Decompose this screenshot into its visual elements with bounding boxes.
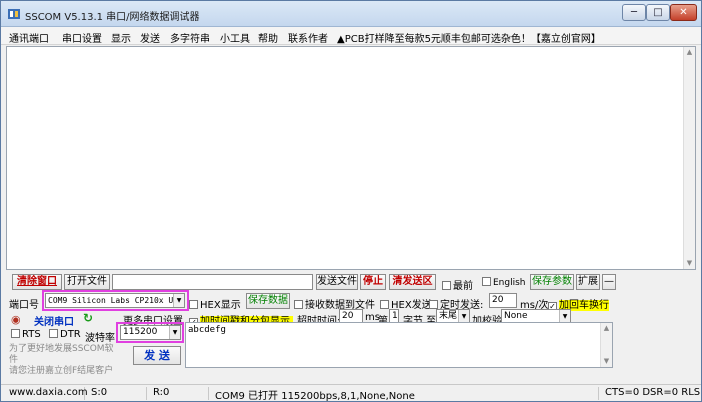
record-icon: ◉	[11, 313, 21, 326]
send-textarea[interactable]: abcdefg ▲ ▼	[185, 322, 613, 368]
menu-display[interactable]: 显示	[111, 30, 131, 45]
send-file-button[interactable]: 发送文件	[316, 274, 358, 290]
menu-bar: 通讯端口 串口设置 显示 发送 多字符串 小工具 帮助 联系作者 ▲PCB打样降…	[1, 27, 701, 45]
menu-port-settings[interactable]: 串口设置	[62, 30, 102, 45]
title-bar[interactable]: SSCOM V5.13.1 串口/网络数据调试器 ─ □ ✕	[1, 1, 701, 27]
app-icon	[8, 9, 20, 19]
menu-multi-string[interactable]: 多字符串	[170, 30, 210, 45]
checkbox-icon	[294, 300, 303, 309]
english-checkbox[interactable]: English	[482, 277, 526, 288]
checkbox-icon	[11, 329, 20, 338]
menu-comm-port[interactable]: 通讯端口	[9, 30, 49, 45]
hex-send-checkbox[interactable]: HEX发送	[380, 296, 432, 311]
refresh-icon[interactable]: ↻	[83, 311, 93, 325]
dtr-checkbox[interactable]: DTR	[49, 329, 81, 340]
status-port-state: COM9 已打开 115200bps,8,1,None,None	[213, 387, 599, 401]
send-button[interactable]: 发 送	[133, 346, 181, 365]
clear-send-button[interactable]: 清发送区	[389, 274, 436, 290]
checkbox-icon	[442, 281, 451, 290]
main-window: SSCOM V5.13.1 串口/网络数据调试器 ─ □ ✕ 通讯端口 串口设置…	[0, 0, 702, 402]
menu-promo[interactable]: ▲PCB打样降至每款5元顺丰包邮可选杂色！【嘉立创官网】	[337, 30, 601, 45]
open-file-button[interactable]: 打开文件	[64, 274, 110, 290]
collapse-button[interactable]: —	[602, 274, 616, 290]
receive-area[interactable]: ▲ ▼	[6, 46, 696, 270]
checkbox-icon	[482, 277, 491, 286]
close-port-button[interactable]: 关闭串口	[34, 313, 74, 328]
receive-scrollbar[interactable]: ▲ ▼	[683, 47, 695, 269]
save-params-button[interactable]: 保存参数	[530, 274, 574, 290]
checkbox-icon	[189, 300, 198, 309]
rts-checkbox[interactable]: RTS	[11, 329, 41, 340]
timed-interval-input[interactable]: 20	[489, 293, 517, 308]
hex-display-checkbox[interactable]: HEX显示	[189, 296, 241, 311]
status-lines: CTS=0 DSR=0 RLS	[605, 387, 701, 398]
menu-send[interactable]: 发送	[140, 30, 160, 45]
status-bar: www.daxia.com S:0 R:0 COM9 已打开 115200bps…	[1, 384, 701, 401]
menu-contact[interactable]: 联系作者	[288, 30, 328, 45]
scroll-up-icon[interactable]: ▲	[602, 324, 611, 333]
scroll-down-icon[interactable]: ▼	[602, 357, 611, 366]
scroll-up-icon[interactable]: ▲	[685, 48, 694, 57]
minimize-button[interactable]: ─	[622, 4, 646, 21]
send-scrollbar[interactable]: ▲ ▼	[600, 323, 612, 367]
close-button[interactable]: ✕	[670, 4, 697, 21]
maximize-button[interactable]: □	[646, 4, 670, 21]
status-sent: S:0	[89, 387, 147, 400]
highlight-port-box	[42, 290, 189, 311]
checkbox-icon	[49, 329, 58, 338]
file-path-input[interactable]	[112, 274, 313, 290]
baud-label: 波特率	[85, 333, 115, 344]
highlight-baud-box	[116, 322, 184, 343]
scroll-down-icon[interactable]: ▼	[685, 259, 694, 268]
checkbox-icon	[380, 300, 389, 309]
status-website[interactable]: www.daxia.com	[7, 387, 88, 400]
checkbox-icon	[429, 300, 438, 309]
clear-window-button[interactable]: 清除窗口	[12, 274, 62, 290]
stop-button[interactable]: 停止	[360, 274, 386, 290]
port-label: 端口号	[9, 300, 39, 311]
topmost-checkbox[interactable]: 最前	[442, 277, 473, 292]
save-data-button[interactable]: 保存数据	[246, 293, 290, 309]
menu-tools[interactable]: 小工具	[220, 30, 250, 45]
expand-button[interactable]: 扩展	[576, 274, 600, 290]
menu-help[interactable]: 帮助	[258, 30, 278, 45]
window-title: SSCOM V5.13.1 串口/网络数据调试器	[25, 12, 200, 23]
promo-text: 为了更好地发展SSCOM软件 请您注册嘉立创F结尾客户	[9, 344, 114, 376]
status-received: R:0	[151, 387, 209, 400]
